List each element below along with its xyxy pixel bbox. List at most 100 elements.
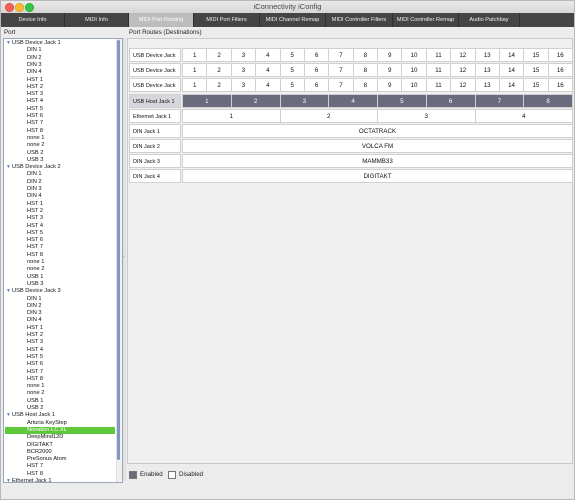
route-cell[interactable]: 12 [450,48,476,62]
route-cell[interactable]: 10 [401,78,427,92]
route-cell[interactable]: 3 [377,109,476,123]
tree-group-usb-host-jack-1[interactable]: ▼USB Host Jack 1 [6,412,55,419]
tree-item[interactable]: DIN 2 [27,179,42,186]
route-cell[interactable]: 6 [303,78,330,92]
tab-midi-port-routing[interactable]: MIDI Port Routing [129,13,194,27]
route-cell[interactable]: 13 [474,48,500,62]
tree-item[interactable]: PreSonus Atom [27,456,67,463]
route-cell[interactable]: 9 [377,48,403,62]
route-cell[interactable]: VOLCA FM [182,139,573,153]
route-cell[interactable]: 9 [377,63,403,77]
tree-item[interactable]: USB 1 [27,398,43,405]
tree-group-usb-device-jack-3[interactable]: ▼USB Device Jack 3 [6,288,61,295]
tree-item[interactable]: none 2 [27,142,44,149]
route-cell[interactable]: 5 [377,94,427,108]
route-cell[interactable]: 2 [279,109,378,123]
tree-item[interactable]: HST 4 [27,98,43,105]
route-cell[interactable]: 12 [450,63,476,77]
tree-item[interactable]: HST 2 [27,208,43,215]
route-cell[interactable]: 4 [328,94,378,108]
tab-device-info[interactable]: Device Info [1,13,65,27]
tree-item[interactable]: HST 2 [27,84,43,91]
tree-item[interactable]: none 1 [27,383,44,390]
tree-item[interactable]: HST 5 [27,106,43,113]
tree-item[interactable]: HST 7 [27,369,43,376]
tree-item[interactable]: USB 1 [27,274,43,281]
tree-item[interactable]: DIN 4 [27,193,42,200]
route-cell[interactable]: 7 [328,48,354,62]
tree-item[interactable]: HST 7 [27,120,43,127]
tree-group-usb-device-jack-2[interactable]: ▼USB Device Jack 2 [6,164,61,171]
tree-item[interactable]: none 2 [27,266,44,273]
route-cell[interactable]: 1 [182,63,208,77]
route-cell[interactable]: 1 [182,94,232,108]
tree-item[interactable]: DIN 2 [27,55,42,62]
tree-item[interactable]: USB 3 [27,157,43,164]
tree-item[interactable]: HST 1 [27,325,43,332]
route-cell[interactable]: 9 [377,78,403,92]
tree-item[interactable]: HST 4 [27,223,43,230]
route-cell[interactable]: 10 [401,48,427,62]
tree-item[interactable]: HST 7 [27,244,43,251]
route-cell[interactable]: 11 [425,48,452,62]
tree-item[interactable]: USB 2 [27,405,43,412]
tree-item[interactable]: HST 8 [27,252,43,259]
route-cell[interactable]: 2 [206,78,232,92]
tree-item[interactable]: HST 7 [27,463,43,470]
route-cell[interactable]: 6 [425,94,476,108]
route-cell[interactable]: 6 [303,48,330,62]
tree-item[interactable]: none 2 [27,390,44,397]
route-cell[interactable]: 4 [255,48,281,62]
tree-group-ethernet-jack-1[interactable]: ▼Ethernet Jack 1 [6,478,52,482]
route-cell[interactable]: OCTATRACK [182,124,573,138]
route-cell[interactable]: 3 [230,78,257,92]
tab-midi-channel-remap[interactable]: MIDI Channel Remap [260,13,326,27]
route-cell[interactable]: 16 [547,78,573,92]
tab-midi-controller-filters[interactable]: MIDI Controller Filters [326,13,393,27]
route-cell[interactable]: MAMMB33 [182,154,573,168]
tree-item[interactable]: DIN 4 [27,69,42,76]
port-tree[interactable]: ▼USB Device Jack 1 DIN 1 DIN 2 DIN 3 DIN 4 HS… [3,38,123,483]
tree-item[interactable]: DIN 3 [27,310,42,317]
route-cell[interactable]: 14 [498,78,525,92]
route-cell[interactable]: 14 [498,63,525,77]
tree-item[interactable]: DIN 1 [27,296,42,303]
tree-item-selected[interactable]: Novation LC XL [5,426,115,434]
tree-item[interactable]: DIN 4 [27,317,42,324]
route-cell[interactable]: 5 [279,63,305,77]
route-cell[interactable]: 3 [230,48,257,62]
tree-item[interactable]: HST 6 [27,237,43,244]
route-cell[interactable]: 7 [328,78,354,92]
tree-item[interactable]: HST 8 [27,128,43,135]
tree-item[interactable]: HST 8 [27,376,43,383]
route-cell[interactable]: 4 [255,78,281,92]
route-cell[interactable]: 5 [279,48,305,62]
tree-group-usb-device-jack-1[interactable]: ▼USB Device Jack 1 [6,40,61,47]
tree-item[interactable]: DIGITAKT [27,442,53,449]
route-cell[interactable]: 15 [523,63,549,77]
route-cell[interactable]: 4 [474,109,573,123]
tree-item[interactable]: none 1 [27,135,44,142]
tree-item[interactable]: none 1 [27,259,44,266]
tree-item[interactable]: HST 1 [27,201,43,208]
tree-item[interactable]: HST 2 [27,332,43,339]
tree-item[interactable]: USB 3 [27,281,43,288]
route-cell[interactable]: 8 [523,94,573,108]
tree-item[interactable]: HST 1 [27,77,43,84]
tree-item[interactable]: DIN 1 [27,171,42,178]
tab-midi-controller-remap[interactable]: MIDI Controller Remap [393,13,459,27]
tree-item[interactable]: DIN 3 [27,186,42,193]
route-cell[interactable]: 1 [182,109,281,123]
route-cell[interactable]: 3 [279,94,330,108]
route-cell[interactable]: 14 [498,48,525,62]
tree-item[interactable]: HST 3 [27,339,43,346]
tree-item[interactable]: DIN 3 [27,62,42,69]
route-cell[interactable]: 2 [206,63,232,77]
route-cell[interactable]: 8 [352,78,378,92]
route-cell[interactable]: 8 [352,63,378,77]
tree-item[interactable]: BCR2000 [27,449,52,456]
route-cell[interactable]: 13 [474,78,500,92]
tree-item[interactable]: HST 3 [27,215,43,222]
route-cell[interactable]: 3 [230,63,257,77]
tree-scrollbar-thumb[interactable] [117,40,120,460]
